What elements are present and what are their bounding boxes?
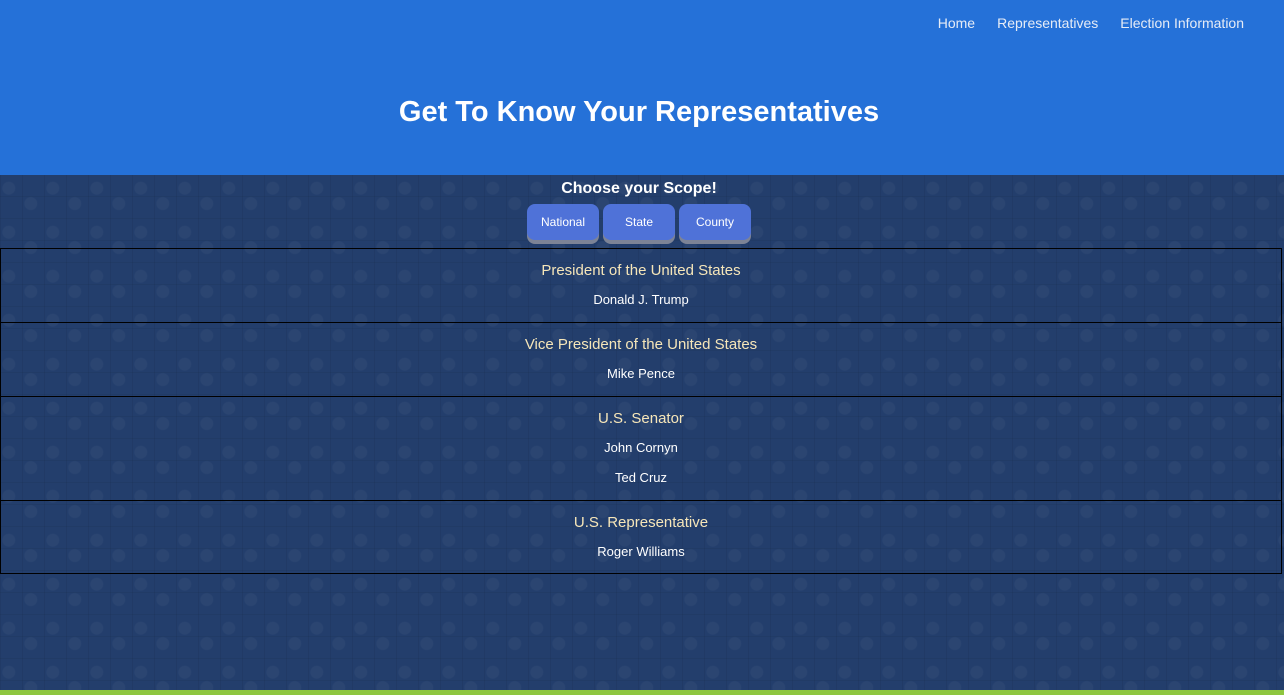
- office-card-vice-president: Vice President of the United States Mike…: [0, 322, 1282, 396]
- office-title: U.S. Senator: [598, 410, 684, 427]
- national-scope-button[interactable]: National: [527, 204, 599, 240]
- county-scope-button[interactable]: County: [679, 204, 751, 240]
- official-name: John Cornyn: [604, 440, 678, 455]
- nav-link-election-information[interactable]: Election Information: [1120, 14, 1244, 32]
- office-title: Vice President of the United States: [524, 336, 758, 353]
- page-title: Get To Know Your Representatives: [398, 96, 880, 128]
- state-scope-button[interactable]: State: [603, 204, 675, 240]
- official-name: Ted Cruz: [614, 470, 668, 485]
- official-name: Donald J. Trump: [593, 292, 689, 307]
- office-title: President of the United States: [541, 262, 741, 279]
- main-content: Choose your Scope! National State County…: [0, 175, 1284, 690]
- representatives-list: President of the United States Donald J.…: [0, 248, 1282, 574]
- site-header: Home Representatives Election Informatio…: [0, 0, 1284, 175]
- top-nav: Home Representatives Election Informatio…: [938, 14, 1244, 32]
- office-title: U.S. Representative: [573, 514, 709, 531]
- office-card-representative: U.S. Representative Roger Williams: [0, 500, 1282, 574]
- footer-accent-bar: [0, 690, 1284, 695]
- scope-button-group: National State County: [0, 204, 1278, 240]
- official-name: Mike Pence: [607, 366, 675, 381]
- office-card-president: President of the United States Donald J.…: [0, 248, 1282, 322]
- scope-heading: Choose your Scope!: [561, 180, 717, 197]
- official-name: Roger Williams: [597, 544, 685, 559]
- nav-link-representatives[interactable]: Representatives: [997, 14, 1098, 32]
- office-card-senator: U.S. Senator John Cornyn Ted Cruz: [0, 396, 1282, 500]
- nav-link-home[interactable]: Home: [938, 14, 975, 32]
